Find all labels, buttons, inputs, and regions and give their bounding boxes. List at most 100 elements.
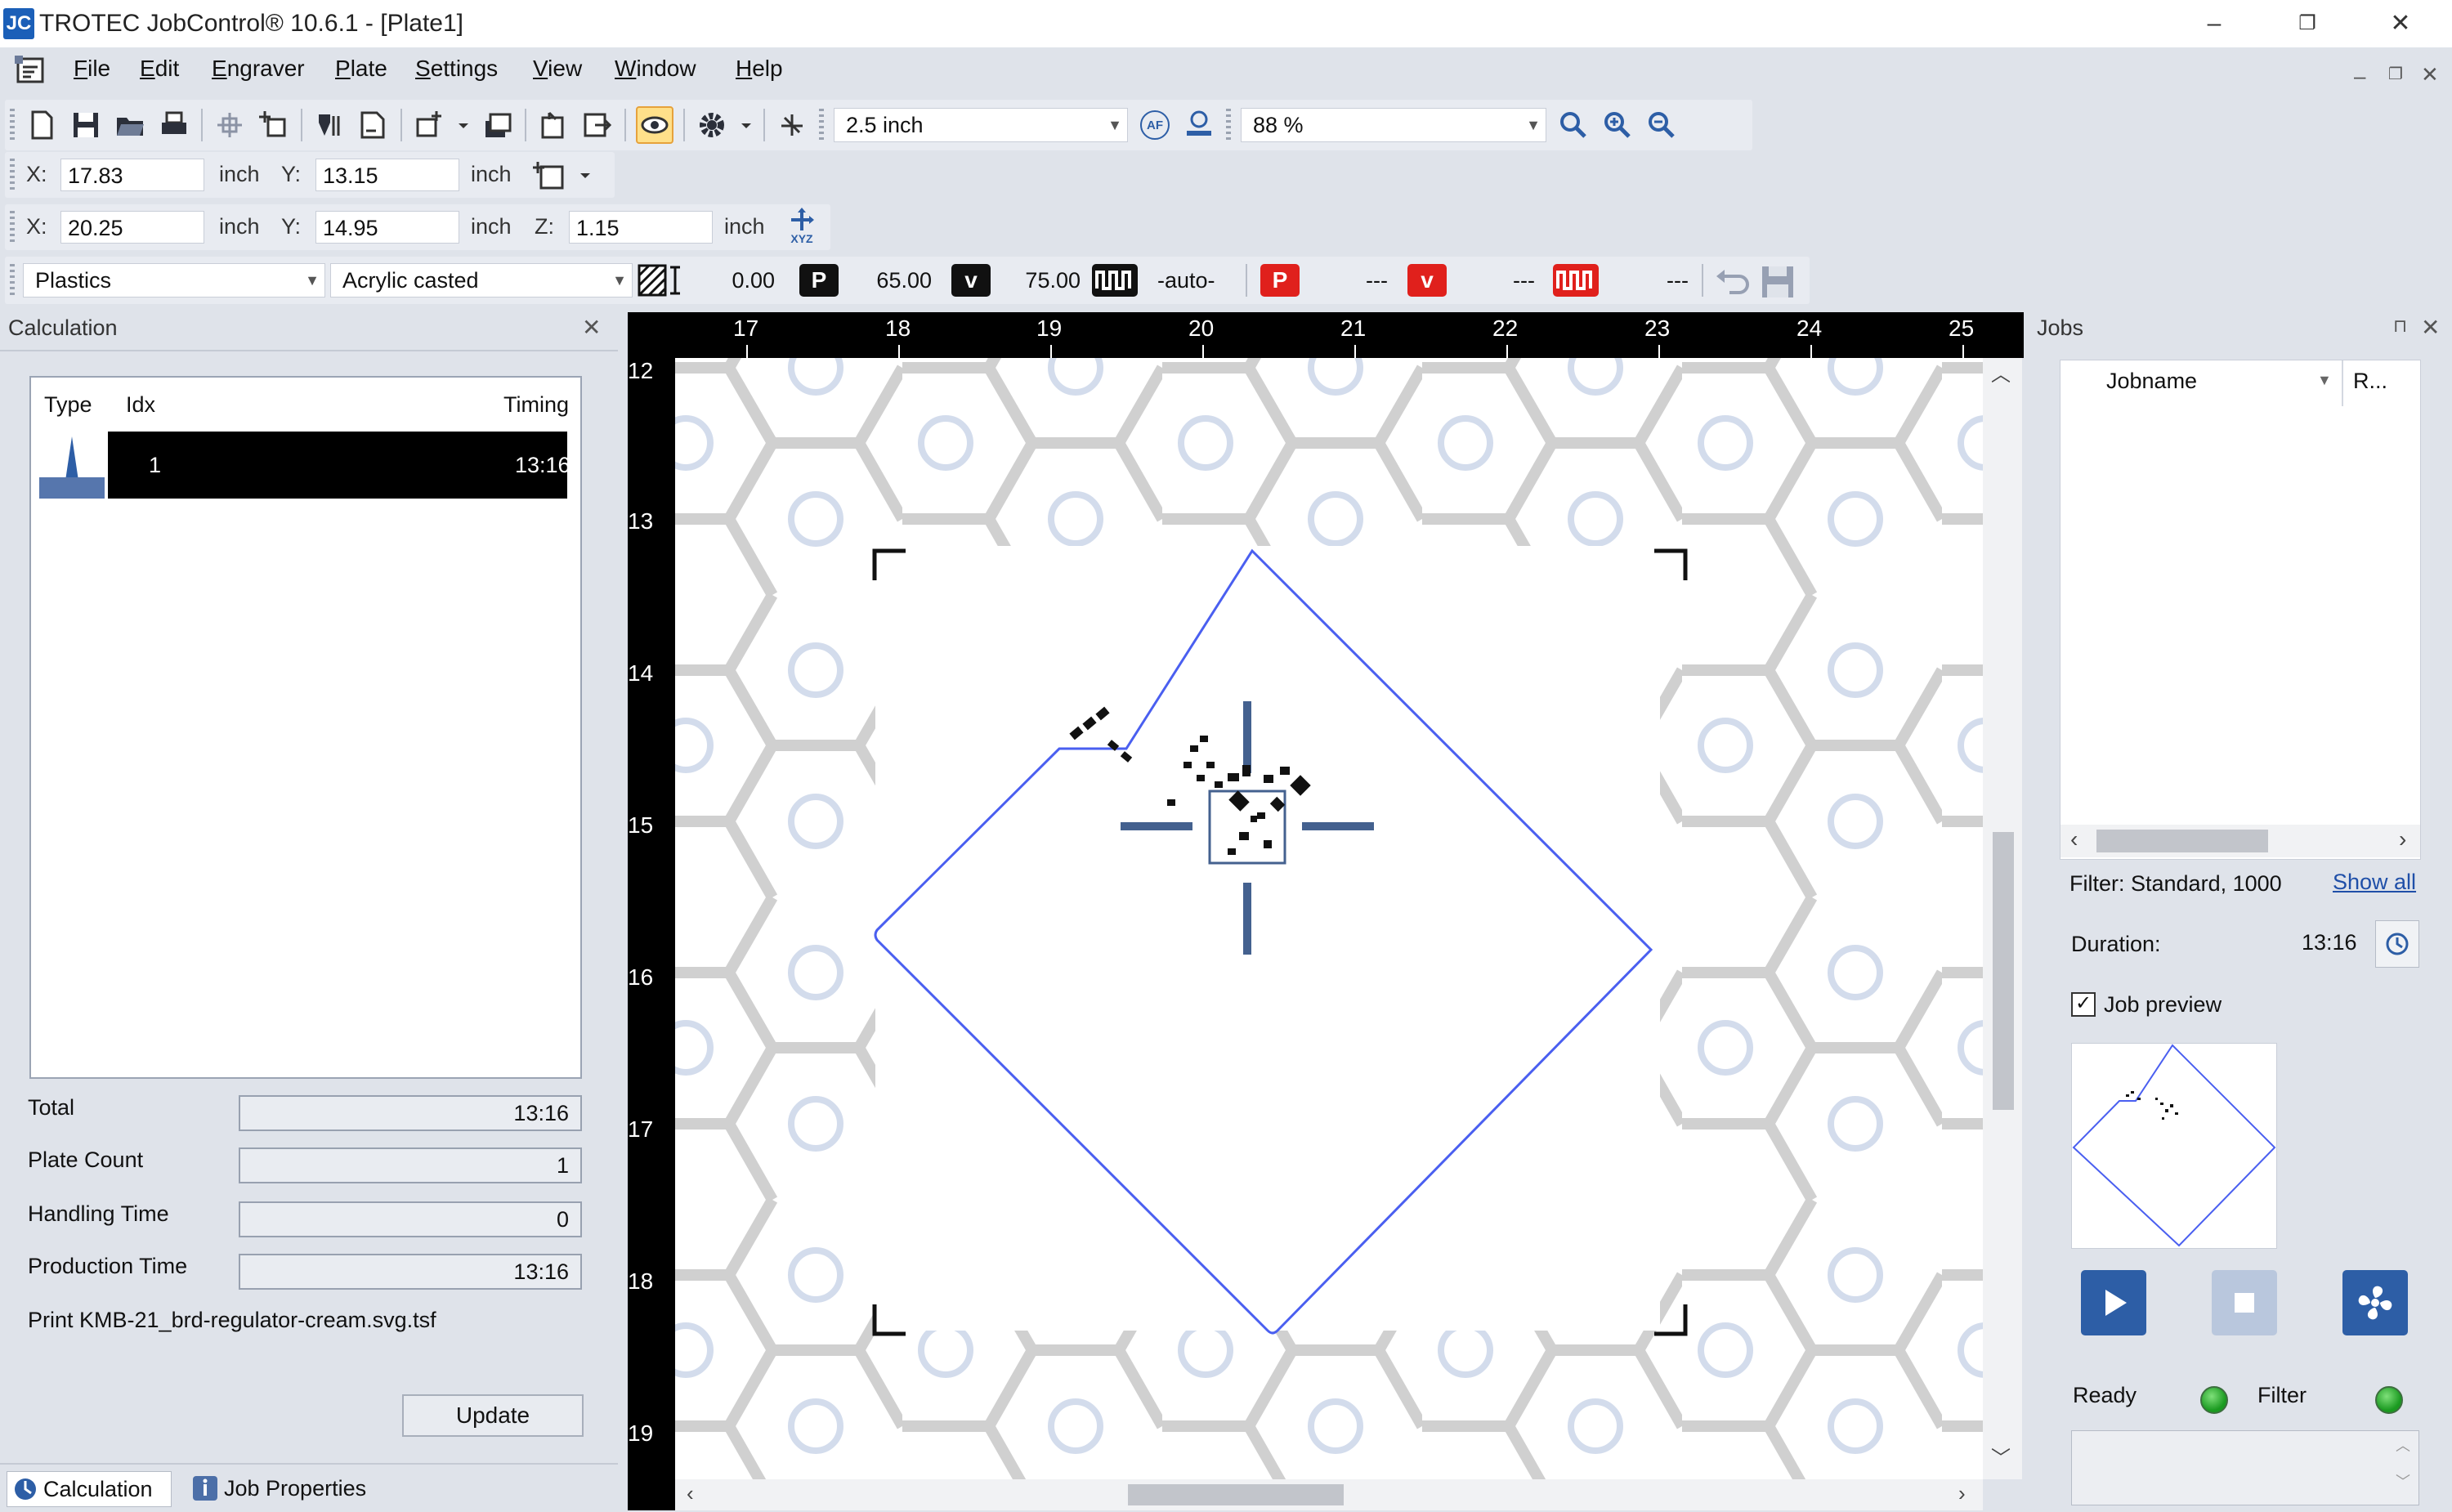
menu-window[interactable]: Window [615,56,696,82]
pin-panel-icon[interactable]: ⊓ [2393,315,2407,337]
toolbar-grip[interactable] [10,109,15,141]
save-icon[interactable] [69,108,103,142]
open-folder-icon[interactable] [113,108,147,142]
velocity-correction-value[interactable]: --- [1470,268,1535,293]
new-file-icon[interactable] [25,108,59,142]
xyz-move-button[interactable]: XYZ [781,208,822,247]
column-header-r[interactable]: R... [2353,369,2387,394]
print-icon[interactable] [157,108,191,142]
job-preview-checkbox[interactable]: ✓ [2071,992,2096,1017]
stop-job-button[interactable] [2212,1270,2277,1335]
vertical-scrollbar[interactable]: ︿ ﹀ [1983,358,2022,1479]
horizontal-scroll-thumb[interactable] [1128,1484,1344,1505]
menu-plate[interactable]: Plate [335,56,387,82]
document-menu-icon[interactable] [13,54,54,90]
export-job-icon[interactable] [580,108,615,142]
job-stack-icon[interactable] [481,108,515,142]
offset-value[interactable]: 0.00 [685,268,775,293]
toolbar-grip[interactable] [10,211,15,244]
toolbar-grip[interactable] [1226,109,1231,141]
jobs-scroll-thumb[interactable] [2096,830,2268,852]
import-job-icon[interactable] [536,108,570,142]
frequency-correction-value[interactable]: --- [1623,268,1689,293]
duration-refresh-button[interactable] [2375,920,2419,968]
close-window-button[interactable]: ✕ [2356,0,2445,47]
spin-down-icon[interactable]: ﹀ [2396,1470,2410,1492]
scroll-right-icon[interactable]: › [1958,1481,1966,1506]
zoom-out-icon[interactable] [1644,108,1679,142]
toolbar-grip[interactable] [10,159,15,191]
update-button[interactable]: Update [402,1394,584,1437]
scroll-left-icon[interactable]: ‹ [687,1481,694,1506]
start-job-button[interactable] [2081,1270,2146,1335]
menu-help[interactable]: Help [736,56,783,82]
zoom-in-icon[interactable] [1600,108,1635,142]
velocity-value[interactable]: 75.00 [999,268,1081,293]
position-job-icon[interactable] [257,108,291,142]
job-export-icon[interactable] [356,108,391,142]
menu-settings[interactable]: Settings [415,56,498,82]
scroll-left-icon[interactable]: ‹ [2070,826,2078,852]
autofocus-table-icon[interactable] [1182,108,1216,142]
scroll-down-icon[interactable]: ﹀ [1991,1442,2011,1470]
mdi-restore-button[interactable]: ❐ [2388,64,2403,84]
show-all-link[interactable]: Show all [2333,870,2416,895]
preview-eye-icon[interactable] [636,106,673,144]
add-job-icon[interactable] [412,108,446,142]
spin-up-icon[interactable]: ︿ [2396,1434,2410,1456]
size-z-input[interactable]: 1.15 [569,211,713,244]
toolbar-separator [763,109,765,141]
column-header-type[interactable]: Type [44,392,92,418]
power-correction-value[interactable]: --- [1322,268,1388,293]
scroll-up-icon[interactable]: ︿ [1991,358,2011,387]
vertical-scroll-thumb[interactable] [1993,832,2014,1110]
dropdown-arrow-icon[interactable] [739,108,754,142]
restore-button[interactable]: ❐ [2262,0,2352,47]
settings-gear-icon[interactable] [695,108,729,142]
toolbar-grip[interactable] [819,109,824,141]
zoom-select[interactable]: 88 % ▼ [1241,108,1546,142]
size-x-input[interactable]: 20.25 [60,211,204,244]
tab-calculation[interactable]: Calculation [7,1471,172,1507]
dropdown-arrow-icon[interactable] [456,108,471,142]
mdi-close-button[interactable]: ✕ [2421,62,2439,87]
autofocus-button[interactable]: AF [1138,108,1172,142]
undo-icon[interactable] [1715,265,1751,302]
menu-engraver[interactable]: Engraver [212,56,305,82]
exhaust-fan-button[interactable] [2342,1270,2408,1335]
plate-canvas[interactable] [675,358,1983,1479]
frequency-value[interactable]: -auto- [1157,268,1215,293]
menu-file[interactable]: File [74,56,110,82]
tools-icon[interactable] [775,108,809,142]
position-anchor-icon[interactable] [533,157,598,197]
zoom-fit-icon[interactable] [1556,108,1591,142]
minimize-button[interactable]: – [2169,0,2259,47]
scroll-right-icon[interactable]: › [2399,826,2406,852]
menu-edit[interactable]: Edit [140,56,179,82]
material-select[interactable]: Plastics ▼ [23,263,325,297]
column-header-jobname[interactable]: Jobname [2106,369,2197,394]
mdi-minimize-button[interactable]: – [2354,64,2365,89]
power-value[interactable]: 65.00 [850,268,932,293]
close-panel-icon[interactable]: ✕ [582,314,601,341]
focus-height-select[interactable]: 2.5 inch ▼ [834,108,1128,142]
jobs-list[interactable]: Jobname ▼ R... ‹ › [2060,360,2421,860]
tab-job-properties[interactable]: Job Properties [188,1471,400,1505]
menu-view[interactable]: View [533,56,582,82]
column-header-idx[interactable]: Idx [126,392,155,418]
size-y-input[interactable]: 14.95 [315,211,459,244]
position-y-input[interactable]: 13.15 [315,159,459,191]
horizontal-scrollbar[interactable]: ‹ › [675,1479,1983,1510]
hatch-offset-icon [638,264,682,301]
center-align-icon[interactable] [213,108,247,142]
sort-arrow-icon[interactable]: ▼ [2317,372,2332,389]
save-material-icon[interactable] [1761,265,1795,303]
toolbar-grip[interactable] [10,264,15,297]
material-subtype-select[interactable]: Acrylic casted ▼ [330,263,633,297]
close-panel-icon[interactable]: ✕ [2421,314,2440,341]
position-x-input[interactable]: 17.83 [60,159,204,191]
jobs-horizontal-scrollbar[interactable]: ‹ › [2060,825,2420,857]
table-row[interactable]: 1 13:16 [39,432,570,499]
column-header-timing[interactable]: Timing [503,392,569,418]
laser-cut-icon[interactable] [312,108,347,142]
